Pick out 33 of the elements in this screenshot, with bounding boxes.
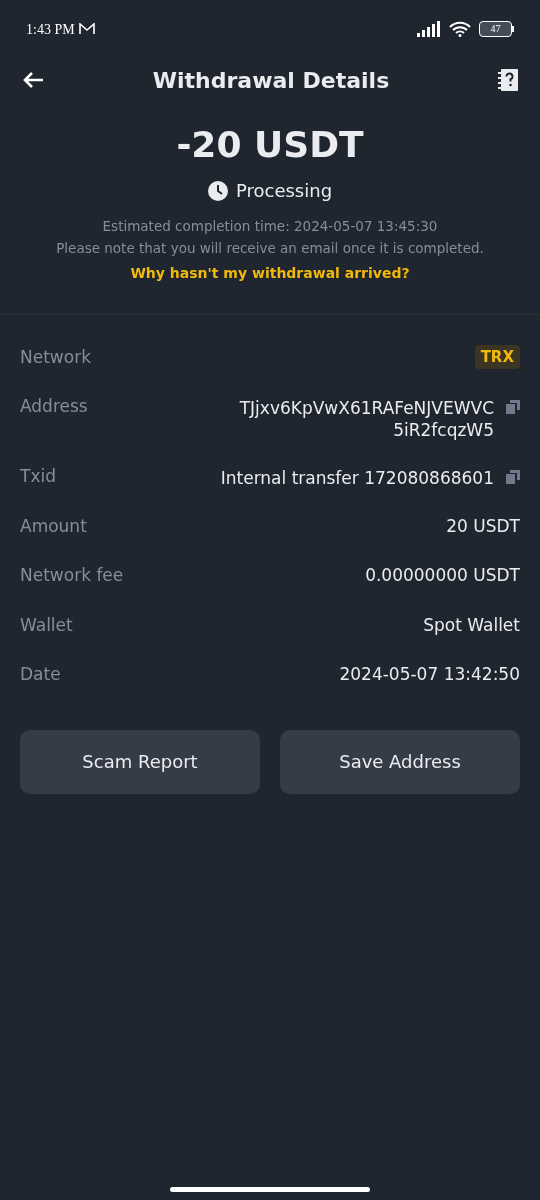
help-link[interactable]: Why hasn't my withdrawal arrived?	[130, 262, 410, 284]
page-title: Withdrawal Details	[152, 66, 390, 95]
detail-label: Txid	[20, 465, 56, 488]
detail-value: 5iR2fcqzW5	[393, 420, 494, 440]
back-arrow-icon[interactable]	[22, 71, 44, 89]
detail-value: TJjxv6KpVwX61RAFeNJVEWVC	[239, 398, 494, 418]
withdrawal-amount: -20 USDT	[176, 123, 364, 167]
email-note: Please note that you will receive an email once it is completed.	[56, 239, 484, 259]
action-button[interactable]: Save Address	[280, 729, 520, 794]
detail-label: Date	[20, 663, 61, 686]
action-button[interactable]: Scam Report	[20, 729, 260, 794]
detail-value: Spot Wallet	[423, 613, 520, 637]
detail-label: Amount	[20, 514, 87, 538]
detail-label: Wallet	[20, 613, 73, 637]
detail-value: 0.00000000 USDT	[365, 564, 520, 587]
wifi-icon	[449, 21, 471, 37]
estimated-time: Estimated completion time: 2024-05-07 13:45:30	[102, 217, 438, 236]
help-book-icon[interactable]	[498, 69, 518, 91]
signal-icon	[417, 21, 441, 37]
detail-value: 2024-05-07 13:42:50	[339, 663, 520, 686]
detail-label: Address	[20, 395, 88, 418]
clock-icon	[207, 180, 228, 201]
battery-icon: 47	[479, 21, 514, 37]
mail-icon	[78, 23, 95, 35]
status-time: 1:43 PM	[26, 20, 75, 39]
status-text: Processing	[235, 179, 333, 203]
network-tag: TRX	[474, 344, 520, 369]
detail-label: Network	[20, 345, 91, 369]
copy-icon[interactable]	[506, 400, 520, 414]
detail-value: 20 USDT	[446, 514, 520, 538]
detail-label: Network fee	[20, 564, 124, 587]
detail-value: Internal transfer 172080868601	[220, 468, 494, 488]
copy-icon[interactable]	[506, 470, 520, 484]
